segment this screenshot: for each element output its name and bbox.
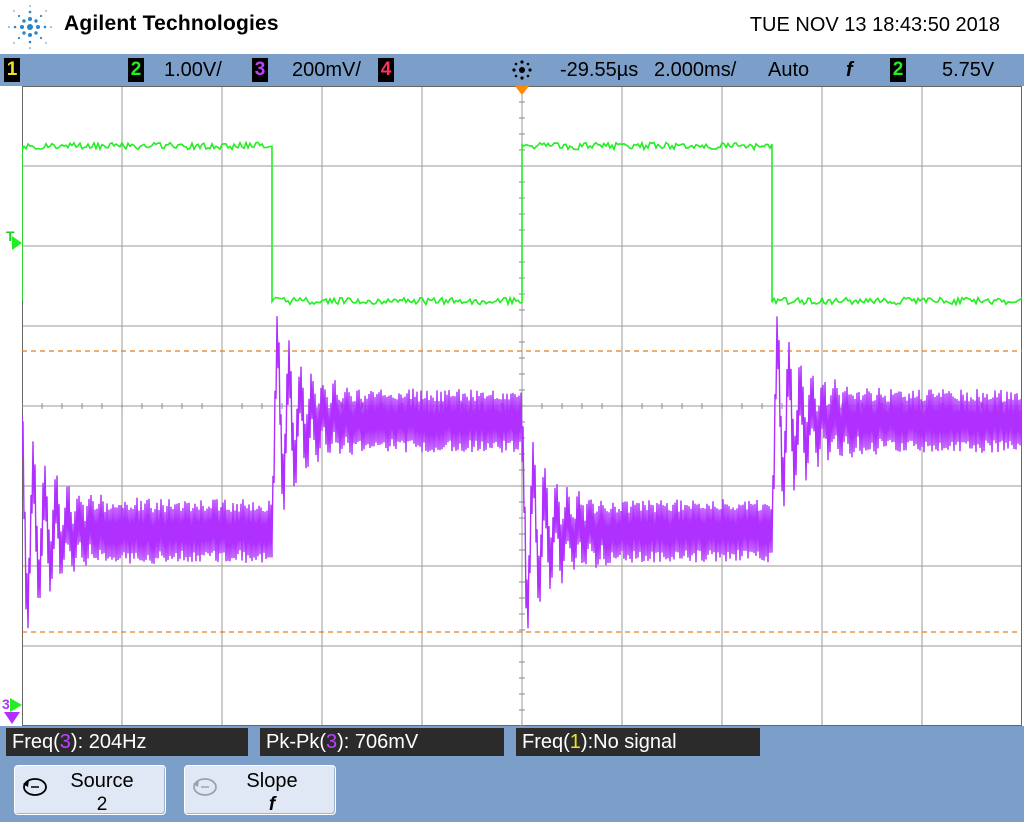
slope-softkey-value: f (185, 794, 335, 816)
channel-3-ground-down-icon (4, 712, 20, 724)
source-softkey-label: Source (15, 770, 165, 793)
channel-3-scale: 200mV/ (292, 58, 361, 82)
source-softkey[interactable]: Source 2 (14, 765, 166, 815)
measurement-freq-1[interactable]: Freq(1):No signal (516, 728, 760, 756)
softkey-bar: Source 2 Slope f (0, 757, 1024, 822)
trigger-slope-icon: f (846, 58, 853, 82)
channel-2-trace (22, 143, 1022, 305)
measurement-freq-3[interactable]: Freq(3): 204Hz (6, 728, 248, 756)
channel-3-indicator[interactable]: 3 (252, 58, 268, 82)
trigger-delay-icon (508, 58, 536, 82)
header-bar: Agilent Technologies TUE NOV 13 18:43:50… (0, 0, 1024, 54)
channel-2-scale: 1.00V/ (164, 58, 222, 82)
trigger-delay: -29.55µs (560, 58, 638, 82)
slope-softkey-label: Slope (185, 770, 335, 793)
trigger-position-marker (515, 86, 529, 95)
trigger-level-arrow-icon (12, 236, 22, 250)
channel-3-ground-arrow-icon (10, 698, 22, 712)
trigger-level: 5.75V (942, 58, 994, 82)
agilent-spark-logo-icon (6, 4, 54, 50)
brand-name: Agilent Technologies (64, 12, 279, 36)
channel-status-bar: 1 2 1.00V/ 3 200mV/ 4 -29.55µs 2.000ms/ … (0, 54, 1024, 86)
measurement-pkpk-3[interactable]: Pk-Pk(3): 706mV (260, 728, 504, 756)
channel-3-ground-marker: 3 (2, 696, 10, 712)
channel-2-indicator[interactable]: 2 (128, 58, 144, 82)
channel-4-indicator[interactable]: 4 (378, 58, 394, 82)
date-time: TUE NOV 13 18:43:50 2018 (750, 14, 1000, 37)
timebase: 2.000ms/ (654, 58, 736, 82)
source-softkey-value: 2 (15, 794, 165, 816)
waveform-display[interactable] (22, 86, 1022, 726)
channel-1-indicator[interactable]: 1 (4, 58, 20, 82)
trigger-mode: Auto (768, 58, 809, 82)
slope-softkey[interactable]: Slope f (184, 765, 336, 815)
trigger-source-indicator[interactable]: 2 (890, 58, 906, 82)
